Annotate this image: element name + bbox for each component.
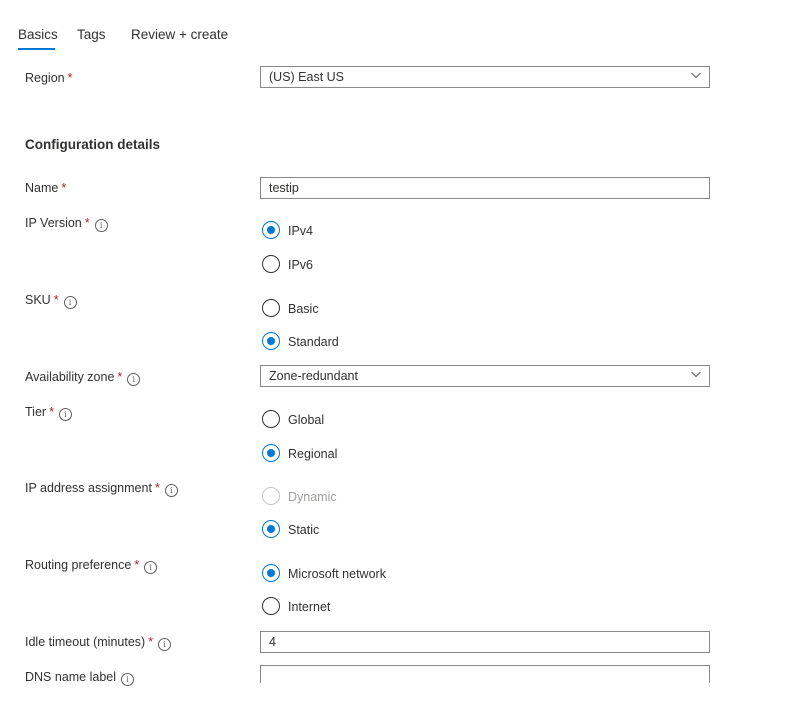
required-marker: * <box>84 216 90 230</box>
availability-zone-select[interactable]: Zone-redundant <box>260 365 710 387</box>
info-icon[interactable]: i <box>127 373 141 386</box>
dns-name-label: DNS name label i <box>25 670 135 686</box>
radio-circle <box>262 221 280 239</box>
region-label-text: Region <box>25 71 65 85</box>
name-input[interactable]: testip <box>260 177 710 199</box>
radio-label: Microsoft network <box>288 567 386 581</box>
dns-name-label-text: DNS name label <box>25 670 117 684</box>
radio-label: IPv6 <box>288 258 314 272</box>
radio-circle <box>262 597 280 615</box>
required-marker: * <box>117 370 123 384</box>
sku-label-text: SKU <box>25 293 51 307</box>
radio-label: Regional <box>288 447 338 461</box>
radio-label: Global <box>288 413 325 427</box>
ip-version-label-text: IP Version <box>25 216 82 230</box>
radio-circle <box>262 487 280 505</box>
info-icon[interactable]: i <box>121 673 135 686</box>
radio-label: Standard <box>288 335 339 349</box>
radio-label: Basic <box>288 302 319 316</box>
ip-assignment-label: IP address assignment * i <box>25 481 178 497</box>
info-icon[interactable]: i <box>164 484 178 497</box>
tab-basics[interactable]: Basics <box>18 27 58 42</box>
tab-tags[interactable]: Tags <box>77 27 106 42</box>
active-tab-indicator <box>18 48 55 50</box>
name-label-text: Name <box>25 181 59 195</box>
radio-circle <box>262 332 280 350</box>
radio-label: IPv4 <box>288 224 314 238</box>
tier-label: Tier * i <box>25 405 72 421</box>
radio-circle <box>262 444 280 462</box>
name-input-value: testip <box>269 181 299 195</box>
chevron-down-icon <box>691 72 701 79</box>
required-marker: * <box>53 293 59 307</box>
radio-circle <box>262 410 280 428</box>
info-icon[interactable]: i <box>144 561 158 574</box>
required-marker: * <box>67 71 73 85</box>
required-marker: * <box>148 635 154 649</box>
routing-preference-label-text: Routing preference <box>25 558 132 572</box>
required-marker: * <box>61 181 67 195</box>
tier-label-text: Tier <box>25 405 47 419</box>
idle-timeout-value: 4 <box>269 635 276 649</box>
availability-zone-value: Zone-redundant <box>269 369 358 383</box>
availability-zone-label-text: Availability zone <box>25 370 115 384</box>
section-heading: Configuration details <box>25 137 160 152</box>
tab-review-create[interactable]: Review + create <box>131 27 228 42</box>
radio-circle <box>262 299 280 317</box>
radio-circle <box>262 520 280 538</box>
info-icon[interactable]: i <box>94 219 108 232</box>
routing-preference-label: Routing preference * i <box>25 558 158 574</box>
info-icon[interactable]: i <box>63 296 77 309</box>
sku-label: SKU * i <box>25 293 77 309</box>
radio-label: Dynamic <box>288 490 337 504</box>
radio-circle <box>262 564 280 582</box>
region-select-value: (US) East US <box>269 70 345 84</box>
idle-timeout-input[interactable]: 4 <box>260 631 710 653</box>
required-marker: * <box>154 481 160 495</box>
required-marker: * <box>49 405 54 419</box>
name-label: Name * <box>25 181 66 195</box>
info-icon[interactable]: i <box>58 408 72 421</box>
ip-version-label: IP Version * i <box>25 216 108 232</box>
region-label: Region * <box>25 71 73 85</box>
availability-zone-label: Availability zone * i <box>25 370 141 386</box>
idle-timeout-label-text: Idle timeout (minutes) <box>25 635 146 649</box>
radio-label: Internet <box>288 600 331 614</box>
radio-label: Static <box>288 523 320 537</box>
ip-assignment-label-text: IP address assignment <box>25 481 152 495</box>
required-marker: * <box>134 558 140 572</box>
region-select[interactable]: (US) East US <box>260 66 710 88</box>
tab-bar: Basics Tags Review + create <box>0 0 789 52</box>
radio-circle <box>262 255 280 273</box>
idle-timeout-label: Idle timeout (minutes) * i <box>25 635 172 651</box>
chevron-down-icon <box>691 371 701 378</box>
dns-name-input[interactable] <box>260 665 710 683</box>
info-icon[interactable]: i <box>158 638 172 651</box>
